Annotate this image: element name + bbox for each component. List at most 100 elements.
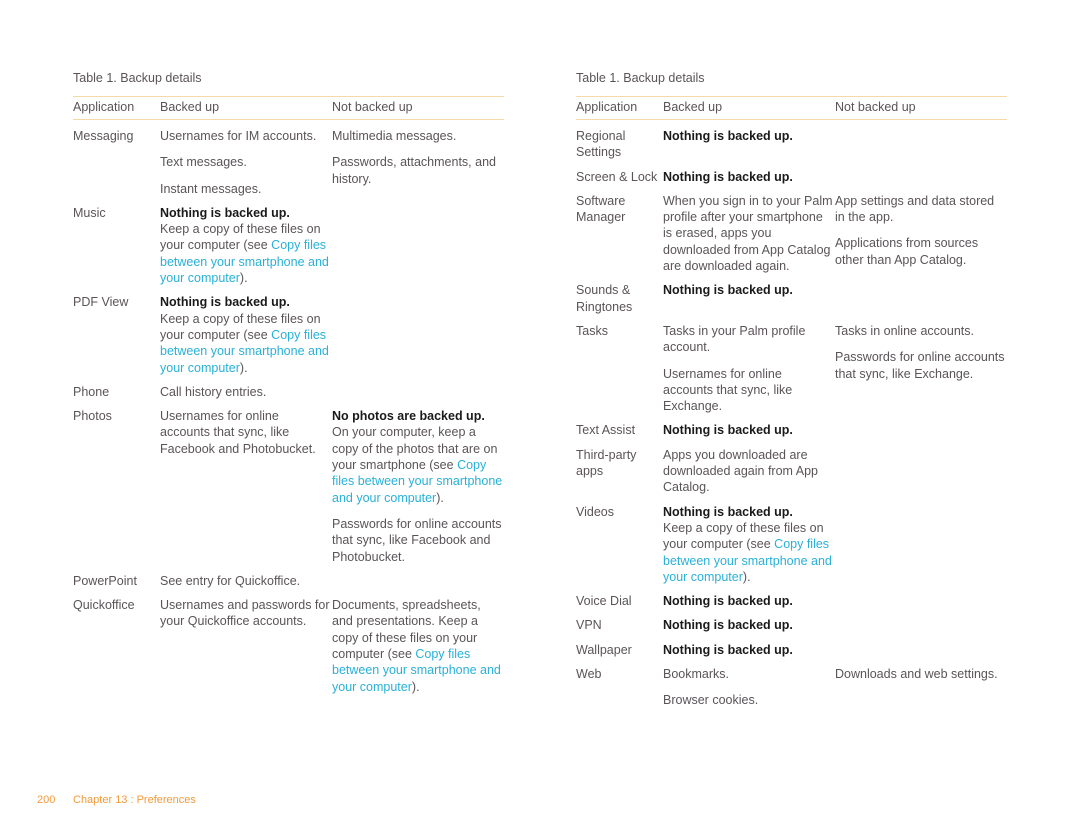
- backed-up-cell: Nothing is backed up.: [663, 617, 835, 633]
- application-name: Quickoffice: [73, 598, 135, 613]
- table-row: Videos Nothing is backed up. Keep a copy o…: [576, 496, 1007, 585]
- backed-up-cell: Tasks in your Palm profile account. Usern…: [663, 323, 835, 414]
- nothing-backed-up-label: Nothing is backed up.: [160, 295, 290, 310]
- not-backed-up-cell: [835, 617, 1007, 633]
- right-column: Table 1. Backup details Application Back…: [576, 70, 1007, 709]
- backed-up-cell: Usernames for online accounts that sync,…: [160, 408, 332, 565]
- backed-note: Nothing is backed up. Keep a copy of thes…: [160, 205, 332, 286]
- application-name: Messaging: [73, 129, 134, 143]
- backed-up-cell: Bookmarks. Browser cookies.: [663, 666, 835, 709]
- application-name: Phone: [73, 384, 110, 399]
- table-row: Screen & Lock Nothing is backed up.: [576, 161, 1007, 185]
- note-text-end: ).: [436, 490, 444, 505]
- table-row: Tasks Tasks in your Palm profile account.…: [576, 315, 1007, 414]
- backed-up-cell: Nothing is backed up.: [663, 593, 835, 609]
- table-row: Regional Settings Nothing is backed up.: [576, 120, 1007, 161]
- table-row: Voice Dial Nothing is backed up.: [576, 585, 1007, 609]
- table-row: PDF View Nothing is backed up. Keep a copy…: [73, 286, 504, 375]
- nothing-backed-up-label: Nothing is backed up.: [663, 129, 793, 143]
- not-backed-up-cell: Documents, spreadsheets, and presentatio…: [332, 597, 504, 695]
- backed-up-cell: Nothing is backed up.: [663, 169, 835, 185]
- table-row: Web Bookmarks. Browser cookies. Downloads a…: [576, 658, 1007, 709]
- table-caption: Table 1. Backup details: [576, 71, 705, 85]
- table-row: Music Nothing is backed up. Keep a copy of…: [73, 197, 504, 286]
- application-name: VPN: [576, 618, 602, 633]
- application-name: Photos: [73, 409, 112, 424]
- page-number: 200: [37, 794, 56, 806]
- table-row: VPN Nothing is backed up.: [576, 609, 1007, 633]
- table-row: Text Assist Nothing is backed up.: [576, 414, 1007, 438]
- not-backed-up-cell: [835, 169, 1007, 185]
- backed-up-cell: Usernames for IM accounts. Text messages.…: [160, 128, 332, 197]
- nothing-backed-up-label: Nothing is backed up.: [663, 594, 793, 609]
- backed-note: Nothing is backed up.: [663, 617, 835, 633]
- backed-note: Nothing is backed up.: [663, 422, 835, 438]
- backed-up-cell: Nothing is backed up. Keep a copy of thes…: [663, 504, 835, 585]
- table-row: Wallpaper Nothing is backed up.: [576, 634, 1007, 658]
- nothing-backed-up-label: Nothing is backed up.: [663, 642, 793, 657]
- application-name: Tasks: [576, 323, 608, 338]
- not-backed-up-cell: [835, 642, 1007, 658]
- backed-note: Nothing is backed up.: [663, 642, 835, 658]
- backup-table-left: Application Backed up Not backed up Mess…: [73, 96, 504, 695]
- not-backed-up-cell: Tasks in online accounts. Passwords for o…: [835, 323, 1007, 414]
- left-column: Table 1. Backup details Application Back…: [73, 70, 504, 695]
- not-backed-up-cell: [835, 447, 1007, 496]
- application-name: Voice Dial: [576, 594, 632, 609]
- backed-item: Bookmarks.: [663, 667, 729, 682]
- nothing-backed-up-label: No photos are backed up.: [332, 409, 485, 424]
- backed-note: Nothing is backed up.: [663, 128, 835, 144]
- backed-up-cell: When you sign in to your Palm profile af…: [663, 193, 835, 274]
- backed-up-cell: Call history entries.: [160, 384, 332, 400]
- not-backed-item: Passwords for online accounts that sync,…: [332, 516, 502, 564]
- header-not-backed-up: Not backed up: [332, 100, 413, 114]
- not-backed-item: Passwords, attachments, and history.: [332, 155, 496, 186]
- table-row: Phone Call history entries.: [73, 376, 504, 400]
- application-name: Sounds & Ringtones: [576, 283, 633, 314]
- not-backed-item: Passwords for online accounts that sync,…: [835, 350, 1005, 381]
- backed-note: Nothing is backed up. Keep a copy of thes…: [160, 294, 332, 375]
- backed-item: Usernames for online accounts that sync,…: [663, 366, 793, 414]
- not-backed-up-cell: [835, 422, 1007, 438]
- table-header: Application Backed up Not backed up: [73, 96, 504, 120]
- application-name: PDF View: [73, 295, 129, 310]
- backed-note: Nothing is backed up.: [663, 593, 835, 609]
- not-backed-up-cell: Downloads and web settings.: [835, 666, 1007, 709]
- backed-item: Apps you downloaded are downloaded again…: [663, 447, 818, 495]
- backed-note: Nothing is backed up. Keep a copy of thes…: [663, 504, 835, 585]
- nothing-backed-up-label: Nothing is backed up.: [663, 423, 793, 438]
- nothing-backed-up-label: Nothing is backed up.: [663, 283, 793, 298]
- not-backed-up-cell: [332, 205, 504, 286]
- note-text-end: ).: [239, 271, 248, 286]
- backed-up-cell: Nothing is backed up. Keep a copy of thes…: [160, 294, 332, 375]
- backed-up-cell: See entry for Quickoffice.: [160, 573, 332, 589]
- header-backed-up: Backed up: [160, 100, 220, 114]
- not-backed-up-cell: [332, 384, 504, 400]
- not-backed-item: App settings and data stored in the app.: [835, 193, 995, 225]
- note-text-end: ).: [411, 679, 420, 694]
- backed-item: Call history entries.: [160, 384, 267, 399]
- backed-up-cell: Usernames and passwords for your Quickof…: [160, 597, 332, 695]
- not-backed-note: No photos are backed up. On your computer…: [332, 408, 504, 506]
- chapter-title: Chapter 13 : Preferences: [73, 794, 196, 806]
- table-body: Messaging Usernames for IM accounts. Text …: [73, 120, 504, 695]
- application-name: Regional Settings: [576, 129, 626, 160]
- backup-table-right: Application Backed up Not backed up Regi…: [576, 96, 1007, 709]
- not-backed-up-cell: [332, 573, 504, 589]
- application-name: Web: [576, 667, 602, 682]
- table-row: Quickoffice Usernames and passwords for y…: [73, 589, 504, 695]
- table-row: Third-party apps Apps you downloaded are …: [576, 439, 1007, 496]
- not-backed-up-cell: App settings and data stored in the app.…: [835, 193, 1007, 274]
- application-name: Screen & Lock: [576, 169, 658, 184]
- backed-item: Tasks in your Palm profile account.: [663, 323, 806, 355]
- application-name: Software Manager: [576, 193, 626, 225]
- header-application: Application: [73, 100, 135, 114]
- backed-item: Instant messages.: [160, 181, 262, 196]
- nothing-backed-up-label: Nothing is backed up.: [663, 618, 793, 633]
- not-backed-up-cell: [835, 593, 1007, 609]
- backed-item: Usernames and passwords for your Quickof…: [160, 598, 330, 629]
- not-backed-item: Downloads and web settings.: [835, 667, 998, 682]
- not-backed-up-cell: No photos are backed up. On your computer…: [332, 408, 504, 565]
- application-name: Music: [73, 205, 106, 220]
- not-backed-item: Tasks in online accounts.: [835, 323, 974, 338]
